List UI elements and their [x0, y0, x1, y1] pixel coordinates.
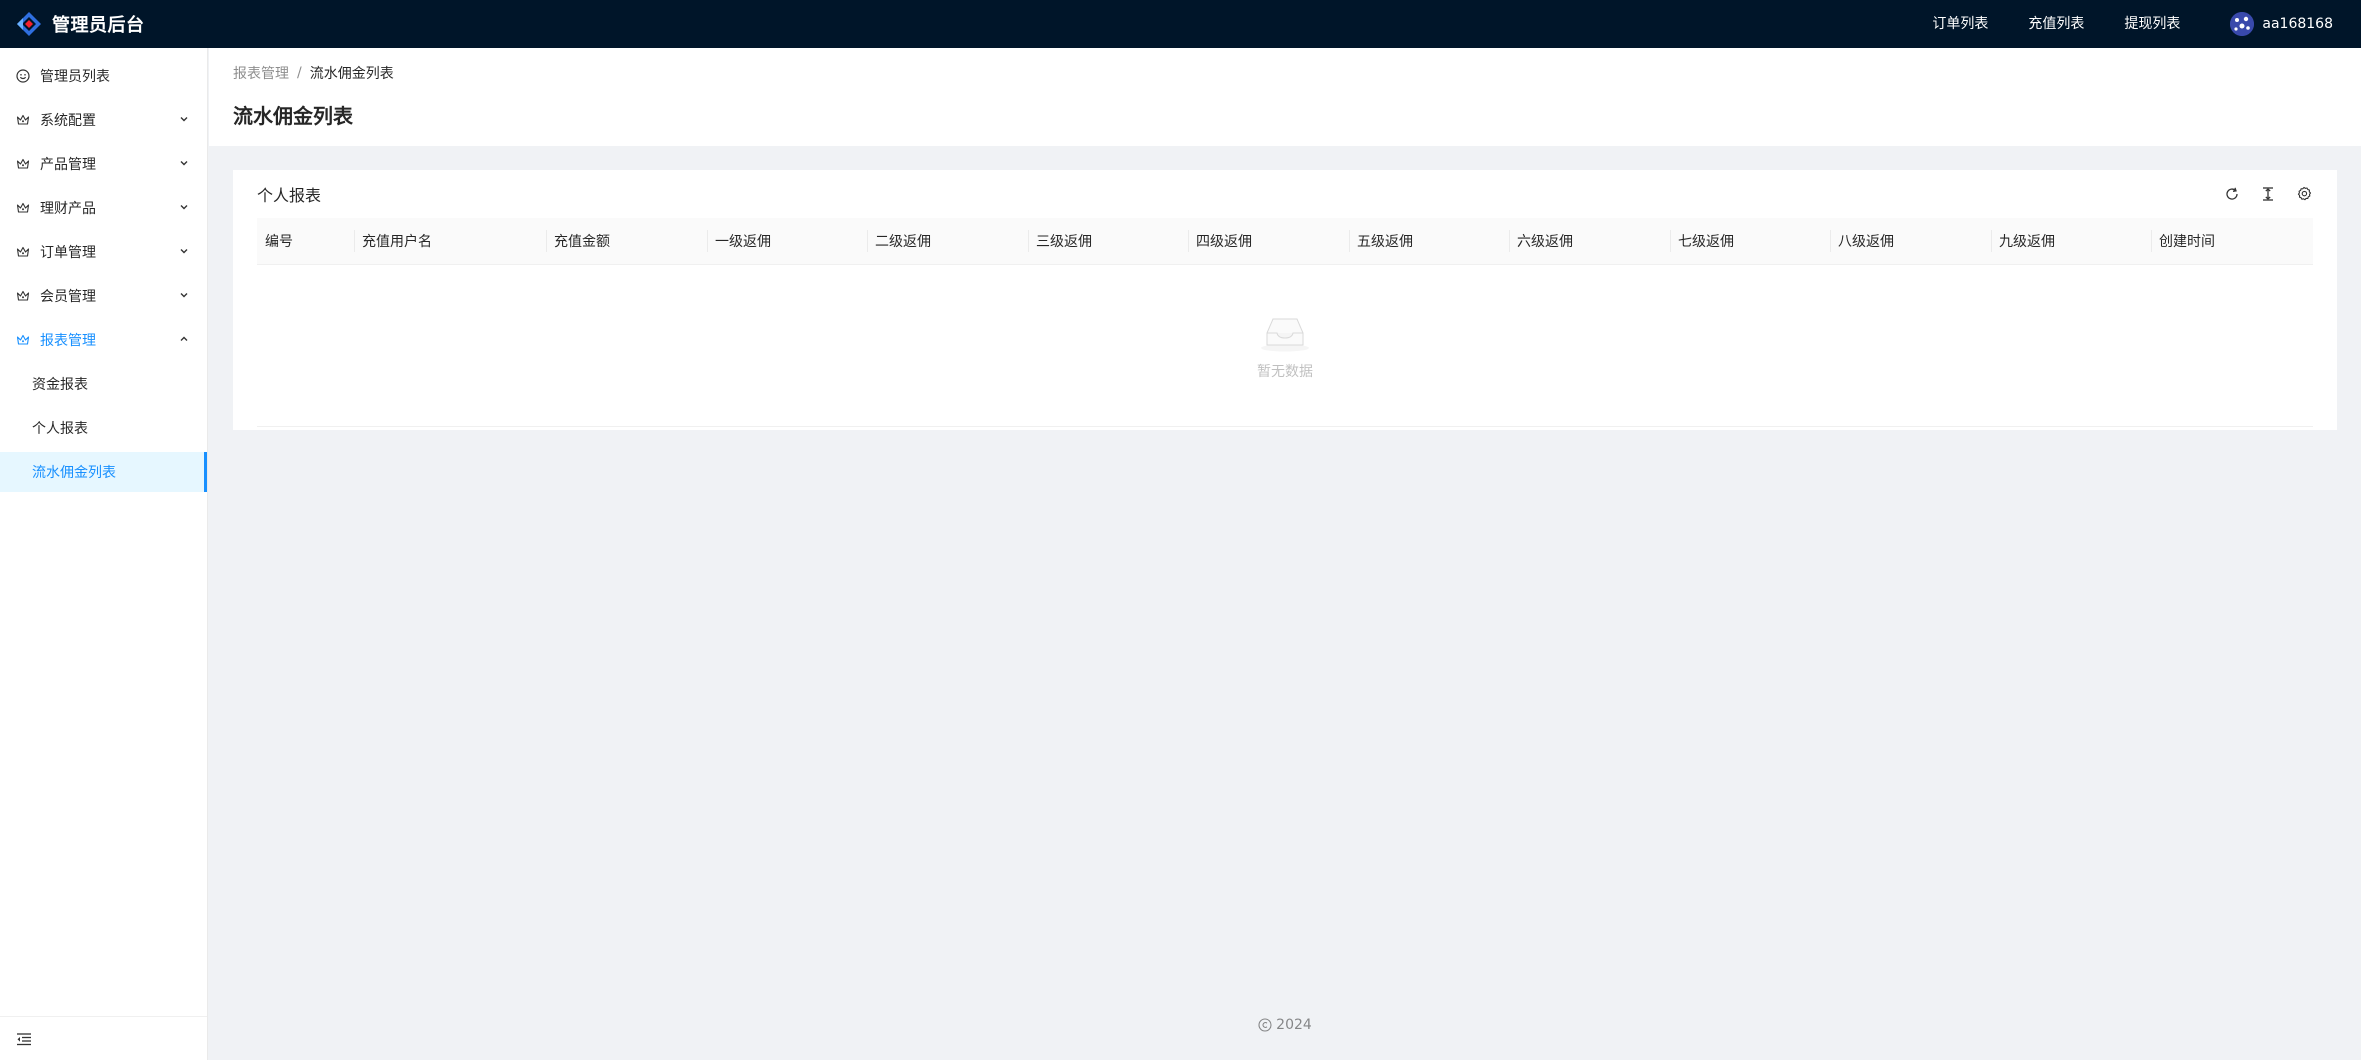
- column-header-level8: 八级返佣: [1830, 218, 1991, 264]
- column-header-recharge-user: 充值用户名: [354, 218, 546, 264]
- column-header-level2: 二级返佣: [867, 218, 1028, 264]
- sidebar-subitem-fund-report[interactable]: 资金报表: [0, 364, 207, 404]
- user-name: aa168168: [2262, 16, 2333, 32]
- empty-inbox-icon: [1261, 318, 1309, 351]
- copyright-year: 2024: [1276, 1017, 1312, 1033]
- chevron-down-icon: [180, 205, 188, 210]
- card-title: 个人报表: [257, 186, 322, 205]
- sidebar-item-label: 订单管理: [40, 245, 96, 261]
- sidebar-subitem-label: 资金报表: [32, 377, 88, 393]
- column-height-icon: [2263, 187, 2273, 201]
- top-link-orders[interactable]: 订单列表: [1912, 0, 2008, 48]
- crown-icon: [16, 114, 30, 125]
- sidebar-item-product-management[interactable]: 产品管理: [0, 144, 207, 184]
- breadcrumb-item-current: 流水佣金列表: [309, 66, 394, 82]
- sidebar-item-report-management[interactable]: 报表管理: [0, 320, 207, 360]
- crown-icon: [16, 202, 30, 213]
- reload-button[interactable]: [2223, 185, 2241, 203]
- column-header-level4: 四级返佣: [1188, 218, 1349, 264]
- setting-icon: [2297, 186, 2312, 201]
- app-title: 管理员后台: [52, 15, 145, 36]
- page-title: 流水佣金列表: [233, 104, 353, 128]
- top-header: 管理员后台 订单列表 充值列表 提现列表 aa168168: [0, 0, 2361, 48]
- sidebar-item-system-config[interactable]: 系统配置: [0, 100, 207, 140]
- table-header: 编号 充值用户名 充值金额 一级返佣 二级返佣 三级返佣 四级返佣 五级返佣 六…: [257, 218, 2313, 265]
- settings-button[interactable]: [2295, 185, 2313, 203]
- crown-icon: [16, 290, 30, 301]
- column-header-created-time: 创建时间: [2151, 218, 2313, 264]
- sidebar-item-label: 管理员列表: [40, 69, 110, 85]
- sidebar-item-label: 系统配置: [40, 113, 96, 129]
- chevron-up-icon: [180, 336, 188, 341]
- crown-icon: [16, 246, 30, 257]
- chevron-down-icon: [180, 117, 188, 122]
- header-right: 订单列表 充值列表 提现列表 aa168168: [1912, 0, 2361, 48]
- sidebar-subitem-commission-list[interactable]: 流水佣金列表: [0, 452, 207, 492]
- top-link-withdrawals[interactable]: 提现列表: [2104, 0, 2200, 48]
- chevron-down-icon: [180, 249, 188, 254]
- avatar: [2230, 12, 2255, 36]
- column-header-recharge-amount: 充值金额: [546, 218, 707, 264]
- column-header-level5: 五级返佣: [1349, 218, 1509, 264]
- sidebar-item-wealth-products[interactable]: 理财产品: [0, 188, 207, 228]
- sidebar-item-member-management[interactable]: 会员管理: [0, 276, 207, 316]
- reload-icon: [2226, 187, 2238, 200]
- copyright-icon: [1258, 1018, 1272, 1032]
- report-card: 个人报表 编号 充值用户名 充值金额 一级返佣 二级返佣 三级返佣 四级返佣 五…: [233, 170, 2337, 430]
- sidebar-item-admin-list[interactable]: 管理员列表: [0, 56, 207, 96]
- sidebar-item-order-management[interactable]: 订单管理: [0, 232, 207, 272]
- user-menu[interactable]: aa168168: [2200, 0, 2361, 48]
- sidebar-subitem-personal-report[interactable]: 个人报表: [0, 408, 207, 448]
- column-header-level9: 九级返佣: [1991, 218, 2151, 264]
- sidebar-item-label: 会员管理: [40, 289, 96, 305]
- commission-table: 编号 充值用户名 充值金额 一级返佣 二级返佣 三级返佣 四级返佣 五级返佣 六…: [257, 218, 2313, 427]
- logo[interactable]: 管理员后台: [0, 0, 145, 48]
- sidebar-item-label: 产品管理: [40, 157, 96, 173]
- breadcrumb-item-parent[interactable]: 报表管理: [233, 63, 289, 83]
- empty-text: 暂无数据: [1257, 363, 1313, 380]
- chevron-down-icon: [180, 161, 188, 166]
- sidebar-item-label: 报表管理: [40, 333, 96, 349]
- column-header-level3: 三级返佣: [1028, 218, 1188, 264]
- column-header-level7: 七级返佣: [1670, 218, 1830, 264]
- density-button[interactable]: [2259, 185, 2277, 203]
- footer: 2024: [209, 1010, 2361, 1040]
- crown-icon: [16, 158, 30, 169]
- column-header-level6: 六级返佣: [1509, 218, 1670, 264]
- table-empty-state: 暂无数据: [257, 265, 2313, 427]
- column-header-level1: 一级返佣: [707, 218, 867, 264]
- avatar-icon: [2230, 12, 2255, 36]
- toolbar-icons: [2205, 185, 2313, 203]
- card-toolbar: 个人报表: [257, 170, 2313, 218]
- logo-icon: [17, 12, 41, 36]
- crown-icon: [16, 334, 30, 345]
- sidebar-subitem-label: 个人报表: [32, 421, 88, 437]
- sidebar-collapse-button[interactable]: [0, 1016, 207, 1060]
- sidebar-item-label: 理财产品: [40, 201, 96, 217]
- breadcrumb: 报表管理 / 流水佣金列表: [233, 62, 2337, 84]
- top-link-recharges[interactable]: 充值列表: [2008, 0, 2104, 48]
- column-header-id: 编号: [265, 234, 293, 250]
- sidebar-subitem-label: 流水佣金列表: [32, 465, 116, 481]
- menu-fold-icon: [17, 1032, 31, 1045]
- breadcrumb-separator: /: [297, 65, 302, 81]
- chevron-down-icon: [180, 293, 188, 298]
- smile-icon: [16, 69, 30, 83]
- sidebar: 管理员列表 系统配置 产品管理 理财产品 订单管理 会员管理 报表管理 资金报表…: [0, 48, 208, 1060]
- page-header: 报表管理 / 流水佣金列表 流水佣金列表: [209, 48, 2361, 146]
